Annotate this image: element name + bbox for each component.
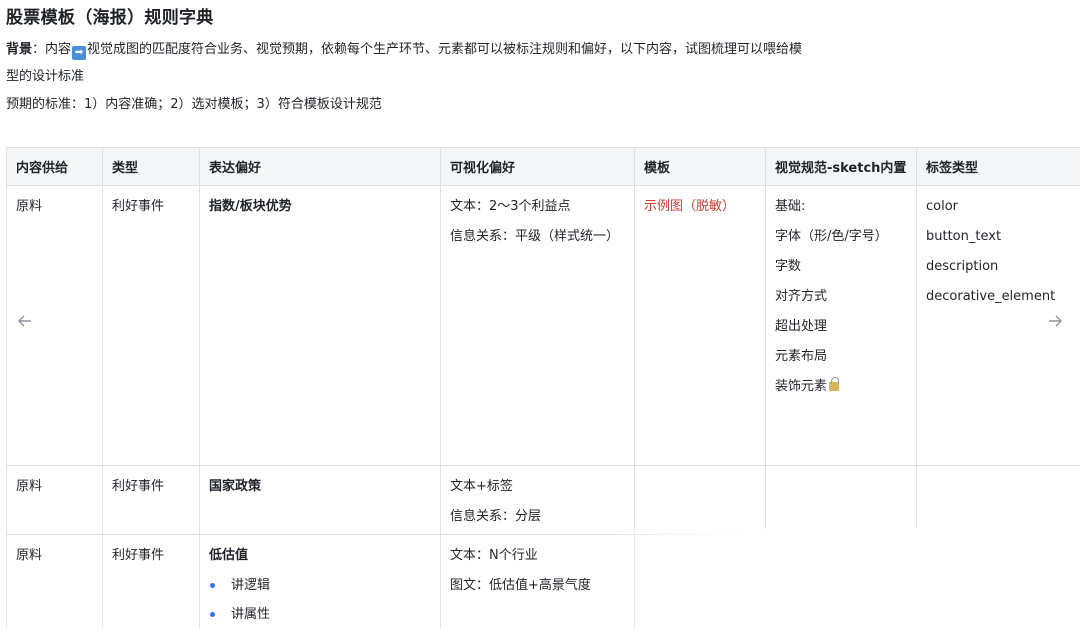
header-template: 模板 [634, 147, 766, 186]
cell-template [634, 465, 766, 535]
cell-type: 利好事件 [102, 534, 200, 628]
spec-item: 字数 [775, 259, 802, 274]
header-spec: 视觉规范-sketch内置 [765, 147, 917, 186]
tag-item: button_text [926, 229, 1002, 244]
spec-item: 基础: [775, 199, 806, 214]
background-text-a: 内容 [45, 42, 72, 57]
cell-spec [765, 465, 917, 535]
background-label: 背景 [6, 42, 33, 57]
spec-item: 超出处理 [775, 319, 828, 334]
visual-line: 信息关系：分层 [450, 509, 542, 524]
spec-item: 字体（形/色/字号） [775, 229, 888, 244]
cell-expression: 指数/板块优势 [199, 185, 441, 466]
background-paragraph: 背景：内容 ➡ 视觉成图的匹配度符合业务、视觉预期，依赖每个生产环节、元素都可以被标… [6, 36, 806, 90]
spec-item: 元素布局 [775, 349, 828, 364]
cell-template [634, 534, 766, 628]
cell-supply: 原料 [6, 465, 103, 535]
cell-visual: 文本+标签 信息关系：分层 [440, 465, 635, 535]
bullet-item: 讲逻辑 [209, 571, 431, 600]
arrow-left-icon[interactable] [15, 313, 35, 333]
cell-tags [916, 534, 1080, 628]
background-colon: ： [32, 42, 46, 57]
right-arrow-emoji-icon: ➡ [72, 46, 87, 60]
cell-tags [916, 465, 1080, 535]
standard-line: 预期的标准：1）内容准确；2）选对模板；3）符合模板设计规范 [6, 97, 382, 112]
bullet-item: 讲属性 [209, 600, 431, 628]
cell-type: 利好事件 [102, 185, 200, 466]
template-example-link[interactable]: 示例图（脱敏） [644, 192, 756, 222]
rules-table: 内容供给 类型 表达偏好 可视化偏好 模板 视觉规范-sketch内置 标签类型… [6, 147, 1080, 628]
table-row: 原料 利好事件 国家政策 文本+标签 信息关系：分层 [6, 465, 1080, 535]
cell-expression: 国家政策 [199, 465, 441, 535]
page-title: 股票模板（海报）规则字典 [6, 8, 214, 28]
spec-item: 对齐方式 [775, 289, 828, 304]
tag-item: color [926, 199, 959, 214]
cell-expression: 低估值 讲逻辑 讲属性 [199, 534, 441, 628]
header-supply: 内容供给 [6, 147, 103, 186]
visual-line: 文本：2～3个利益点 [450, 199, 571, 214]
background-text-b: 视觉成图的匹配度符合业务、视觉预期，依赖每个生产环节、元素都可以被标注规则和偏好… [6, 42, 803, 84]
cell-type: 利好事件 [102, 465, 200, 535]
visual-line: 文本：N个行业 [450, 548, 538, 563]
lock-icon [829, 377, 840, 391]
table-row: 原料 利好事件 低估值 讲逻辑 讲属性 文本：N个行业 图文：低估值+高景气度 [6, 534, 1080, 628]
tag-item: description [926, 259, 999, 274]
cell-spec [765, 534, 917, 628]
table-header-row: 内容供给 类型 表达偏好 可视化偏好 模板 视觉规范-sketch内置 标签类型 [6, 147, 1080, 186]
visual-line: 信息关系：平级（样式统一） [450, 229, 620, 244]
cell-visual: 文本：N个行业 图文：低估值+高景气度 [440, 534, 635, 628]
cell-supply: 原料 [6, 534, 103, 628]
header-type: 类型 [102, 147, 200, 186]
visual-line: 图文：低估值+高景气度 [450, 578, 591, 593]
visual-line: 文本+标签 [450, 479, 513, 494]
cell-template: 示例图（脱敏） [634, 185, 766, 466]
table-row: 原料 利好事件 指数/板块优势 文本：2～3个利益点 信息关系：平级（样式统一）… [6, 185, 1080, 466]
spec-item: 装饰元素 [775, 372, 907, 402]
cell-spec: 基础: 字体（形/色/字号） 字数 对齐方式 超出处理 元素布局 装饰元素 [765, 185, 917, 466]
arrow-right-icon[interactable] [1045, 313, 1065, 333]
header-expression: 表达偏好 [199, 147, 441, 186]
header-tags: 标签类型 [916, 147, 1080, 186]
tag-item: decorative_element [926, 289, 1056, 304]
document-page: 股票模板（海报）规则字典 背景：内容 ➡ 视觉成图的匹配度符合业务、视觉预期，依赖每… [0, 0, 1080, 628]
header-visual: 可视化偏好 [440, 147, 635, 186]
cell-visual: 文本：2～3个利益点 信息关系：平级（样式统一） [440, 185, 635, 466]
